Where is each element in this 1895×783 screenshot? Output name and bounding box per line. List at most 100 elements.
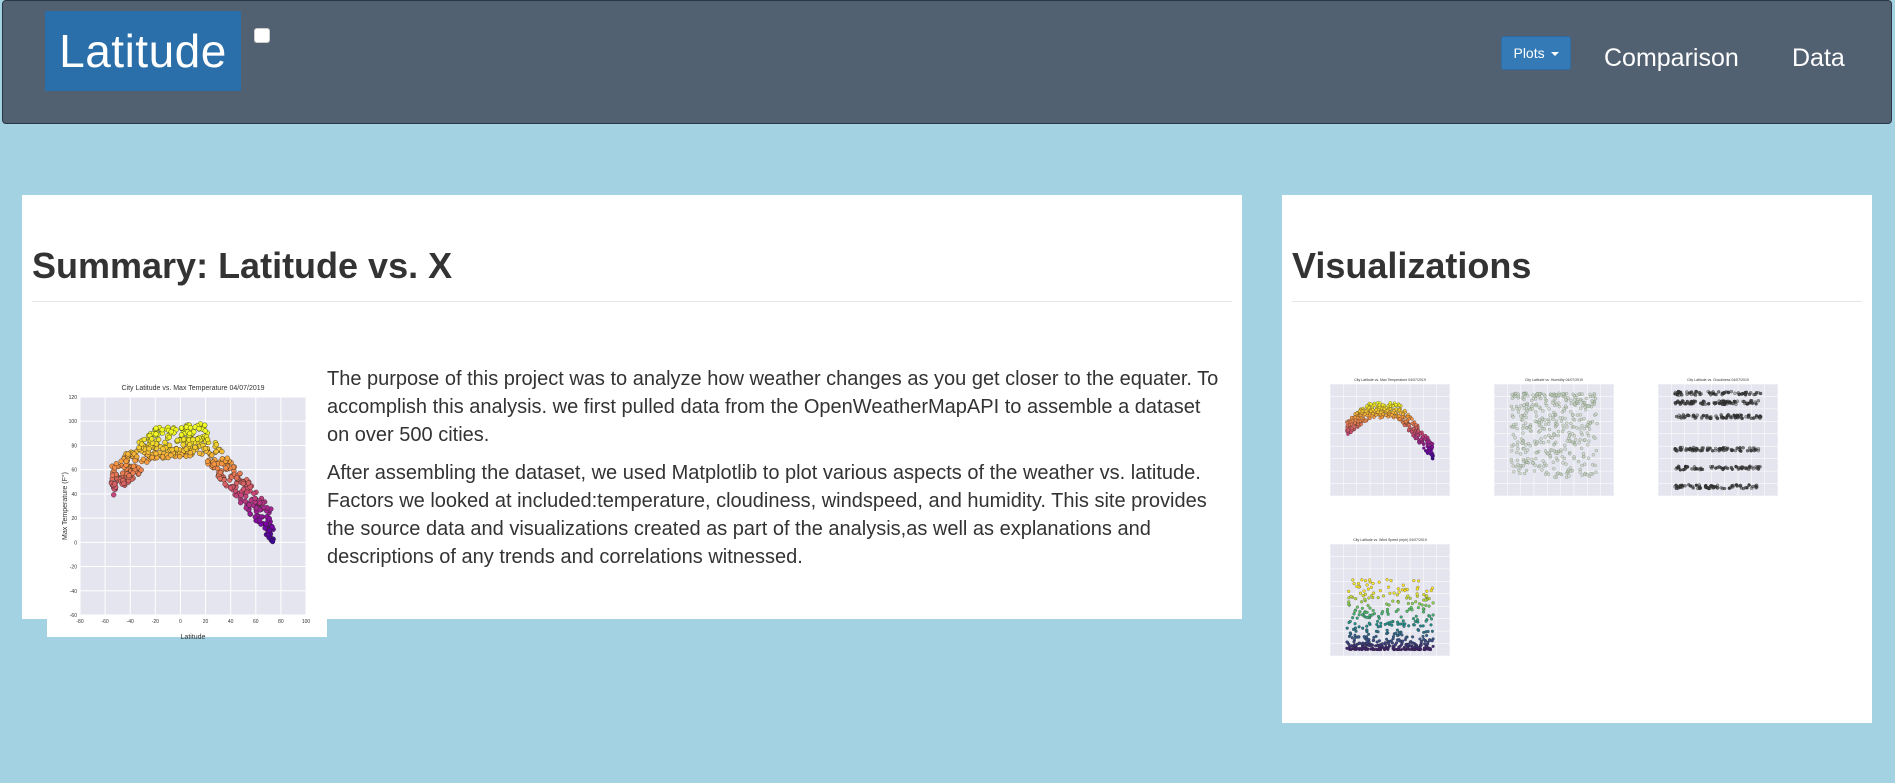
scatter-point [1728,415,1733,420]
thumb-temperature[interactable]: City Latitude vs. Max Temperature 04/07/… [1318,375,1458,514]
scatter-point [1688,484,1693,488]
scatter-point [1550,436,1554,440]
scatter-point [1395,641,1399,645]
scatter-point [1544,398,1549,403]
scatter-point [1691,486,1695,490]
scatter-point [1534,456,1538,461]
scatter-point [1568,469,1573,473]
scatter-point [1354,644,1358,648]
scatter-point [1367,596,1371,600]
thumb-humidity[interactable]: City Latitude vs. Humidity 04/07/2019 [1482,375,1622,514]
scatter-point [1528,428,1532,432]
scatter-point [1685,465,1689,469]
scatter-point [139,441,145,447]
brand-logo[interactable]: Latitude [45,11,241,91]
scatter-point [1346,428,1350,432]
navbar-toggle-checkbox[interactable] [254,28,270,43]
scatter-point [1431,613,1435,617]
scatter-point [1744,485,1748,490]
y-tick-label: 60 [71,468,77,474]
scatter-point [1364,579,1368,583]
scatter-point [1386,612,1390,616]
nav-link-comparison[interactable]: Comparison [1604,44,1739,73]
summary-paragraph: After assembling the dataset, we used Ma… [327,462,1207,568]
scatter-point [162,439,168,446]
scatter-point [156,436,162,443]
scatter-point [228,485,234,491]
scatter-point [1365,615,1369,619]
scatter-point [1707,401,1711,406]
scatter-point [1593,436,1597,440]
scatter-point [1554,451,1558,455]
scatter-point [1581,452,1586,456]
scatter-point [149,436,155,442]
scatter-point [187,430,193,437]
scatter-point [1366,603,1370,608]
y-tick-label: -20 [70,565,77,571]
scatter-point [1429,588,1433,593]
scatter-point [123,458,129,464]
summary-text: The purpose of this project was to analy… [327,365,1227,581]
scatter-point [1369,585,1373,589]
scatter-point [1355,605,1359,609]
summary-paragraph: The purpose of this project was to analy… [327,368,1219,446]
scatter-point [111,492,117,498]
scatter-point [174,437,180,443]
scatter-point [1372,591,1376,595]
scatter-point [141,436,147,443]
scatter-point [1357,613,1361,617]
scatter-point [1417,440,1421,445]
scatter-point [1387,621,1392,625]
visualizations-title: Visualizations [1292,245,1532,286]
scatter-point [1758,415,1762,419]
scatter-point [1586,456,1591,460]
summary-plot-image[interactable]: City Latitude vs. Max Temperature 04/07/… [47,373,327,641]
scatter-point [1738,413,1742,417]
scatter-point [1519,437,1524,441]
scatter-point [1719,413,1723,417]
scatter-point [1374,413,1378,417]
scatter-point [1695,413,1699,417]
scatter-point [1423,642,1427,646]
scatter-point [1585,423,1590,427]
thumb-windspeed[interactable]: City Latitude vs. Wind Speed (mph) 04/07… [1318,535,1458,674]
scatter-point [1353,415,1357,419]
scatter-point [1421,624,1425,628]
scatter-point [1427,449,1431,453]
scatter-point [1377,403,1382,407]
scatter-point [1430,456,1434,461]
nav-link-data[interactable]: Data [1792,44,1845,73]
scatter-point [1376,596,1380,600]
scatter-point [1389,579,1393,583]
scatter-point [1369,644,1373,648]
scatter-point [1546,417,1551,422]
scatter-point [1555,402,1559,407]
scatter-point [1408,596,1412,600]
scatter-point [1519,414,1523,418]
scatter-point [1542,464,1546,468]
scatter-point [1690,467,1694,471]
scatter-point [1729,389,1733,394]
scatter-point [1521,426,1525,431]
scatter-point [1752,416,1756,420]
scatter-point [1397,590,1401,594]
plots-dropdown-button[interactable]: Plots [1501,36,1571,70]
scatter-point [1361,594,1365,598]
scatter-point [1422,593,1426,597]
scatter-point [183,446,189,452]
scatter-point [1586,404,1590,408]
scatter-point [1576,459,1581,464]
scatter-point [1758,465,1762,469]
scatter-point [1676,399,1680,403]
scatter-point [1573,438,1578,442]
scatter-point [1583,400,1587,405]
scatter-point [1692,448,1697,453]
scatter-point [1522,413,1527,417]
scatter-point [1537,418,1542,422]
scatter-point [224,455,230,461]
thumb-cloudiness[interactable]: City Latitude vs. Cloudiness 04/07/2019 [1646,375,1786,514]
scatter-point [1710,464,1715,469]
scatter-point [1412,420,1417,424]
scatter-point [173,446,179,452]
scatter-point [1730,467,1734,471]
